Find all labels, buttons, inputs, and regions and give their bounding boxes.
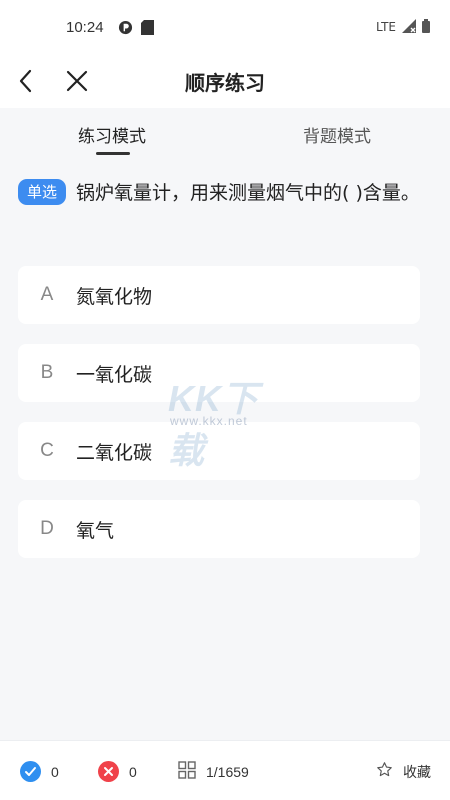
correct-counter[interactable]: 0 — [20, 761, 59, 782]
progress-text: 1/1659 — [206, 764, 249, 780]
option-d[interactable]: D 氧气 — [18, 500, 420, 558]
app-notification-icon — [118, 20, 133, 35]
nav-bar: 顺序练习 — [0, 54, 450, 108]
battery-icon — [422, 18, 430, 36]
network-type: LTE — [376, 20, 396, 34]
option-letter: C — [40, 440, 54, 461]
question-text: 锅炉氧量计，用来测量烟气中的( )含量。 — [76, 182, 420, 204]
answer-options: A 氮氧化物 B 一氧化碳 C 二氧化碳 D 氧气 — [18, 266, 420, 578]
option-text: 氮氧化物 — [76, 285, 153, 308]
mode-tabs: 练习模式 背题模式 — [0, 108, 450, 158]
option-letter: B — [40, 362, 54, 383]
favorite-label: 收藏 — [403, 763, 431, 780]
option-letter: D — [40, 518, 54, 539]
option-b[interactable]: B 一氧化碳 — [18, 344, 420, 402]
favorite-button[interactable]: 收藏 — [376, 761, 431, 782]
wrong-counter[interactable]: 0 — [98, 761, 137, 782]
bottom-bar: 0 0 1/1659 收藏 — [0, 740, 450, 800]
option-letter: A — [40, 284, 54, 305]
correct-count: 0 — [51, 763, 59, 780]
question-index-button[interactable]: 1/1659 — [178, 761, 249, 783]
page-title: 顺序练习 — [185, 70, 265, 95]
status-time: 10:24 — [66, 18, 104, 36]
star-icon — [376, 761, 393, 782]
tab-practice-mode[interactable]: 练习模式 — [78, 122, 146, 147]
check-circle-icon — [20, 761, 41, 782]
active-tab-indicator — [96, 152, 130, 155]
status-bar: 10:24 LTE — [0, 0, 450, 54]
option-text: 氧气 — [76, 519, 115, 542]
option-text: 一氧化碳 — [76, 363, 153, 386]
grid-icon — [178, 761, 196, 783]
option-c[interactable]: C 二氧化碳 — [18, 422, 420, 480]
signal-icon — [402, 18, 416, 36]
option-text: 二氧化碳 — [76, 441, 153, 464]
tab-recite-mode[interactable]: 背题模式 — [303, 122, 371, 147]
sd-card-icon — [140, 19, 154, 35]
question-stem: 单选 锅炉氧量计，用来测量烟气中的( )含量。 — [18, 174, 438, 212]
question-type-badge: 单选 — [18, 179, 67, 205]
x-circle-icon — [98, 761, 119, 782]
option-a[interactable]: A 氮氧化物 — [18, 266, 420, 324]
wrong-count: 0 — [129, 763, 137, 780]
